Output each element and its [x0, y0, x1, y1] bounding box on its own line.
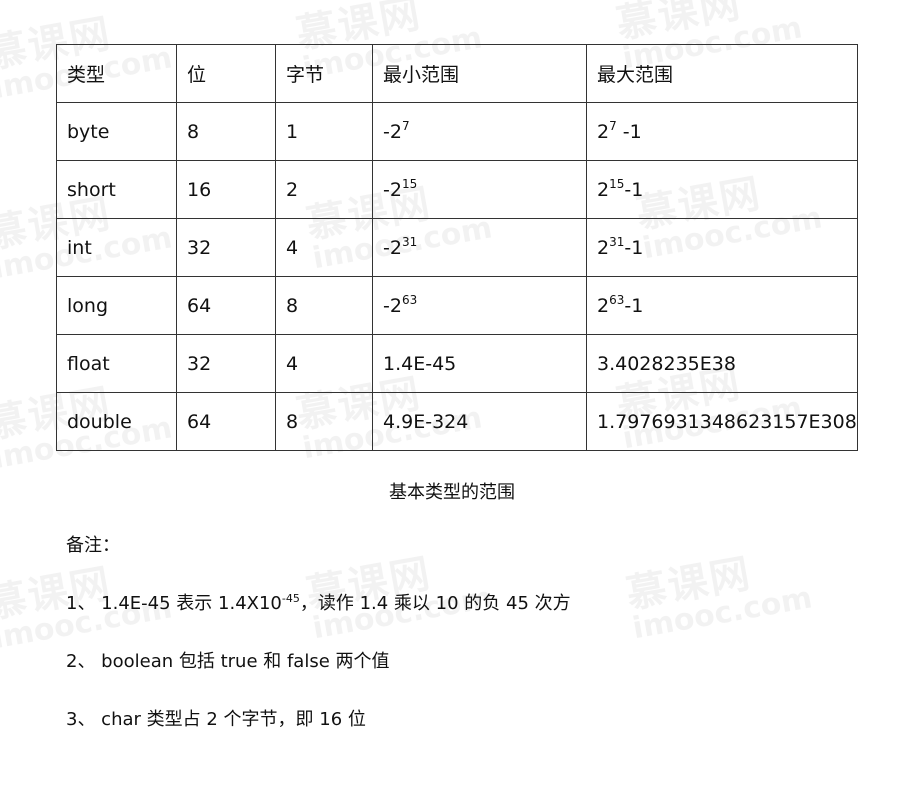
min-base: -2 [383, 178, 402, 201]
max-suffix: -1 [622, 120, 642, 143]
cell-min: -215 [372, 160, 587, 219]
min-base: -2 [383, 120, 402, 143]
cell-type: int [56, 218, 177, 277]
type-range-table: 类型 位 字节 最小范围 最大范围 byte 8 1 -27 27 -1 sho… [56, 44, 858, 451]
table-header-row: 类型 位 字节 最小范围 最大范围 [56, 44, 858, 103]
header-max-range: 最大范围 [586, 44, 858, 103]
cell-bits: 8 [176, 102, 276, 161]
table-caption: 基本类型的范围 [389, 482, 515, 503]
cell-bits: 64 [176, 276, 276, 335]
max-base: 2 [597, 236, 610, 259]
cell-bytes: 4 [275, 334, 373, 393]
max-suffix: -1 [624, 236, 644, 259]
cell-bits: 32 [176, 334, 276, 393]
header-bits: 位 [176, 44, 276, 103]
note-1-prefix: 1、 1.4E-45 表示 1.4X10 [66, 593, 282, 614]
table-row: byte 8 1 -27 27 -1 [56, 102, 858, 161]
cell-min: -231 [372, 218, 587, 277]
note-1: 1、 1.4E-45 表示 1.4X10-45，读作 1.4 乘以 10 的负 … [66, 593, 571, 615]
max-exponent: 7 [609, 118, 617, 133]
cell-bytes: 2 [275, 160, 373, 219]
cell-min: -263 [372, 276, 587, 335]
cell-bytes: 4 [275, 218, 373, 277]
cell-max: 231-1 [586, 218, 858, 277]
min-base: -2 [383, 294, 402, 317]
min-exponent: 7 [401, 118, 410, 133]
min-base: -2 [383, 236, 402, 259]
max-base: 2 [597, 178, 610, 201]
cell-bits: 16 [176, 160, 276, 219]
cell-bits: 32 [176, 218, 276, 277]
notes-label: 备注： [66, 535, 120, 556]
max-exponent: 63 [609, 292, 625, 307]
min-exponent: 31 [401, 234, 418, 249]
max-base: 2 [597, 294, 610, 317]
max-exponent: 31 [609, 234, 625, 249]
cell-type: double [56, 392, 177, 451]
cell-max: 27 -1 [586, 102, 858, 161]
cell-type: short [56, 160, 177, 219]
cell-max: 1.7976931348623157E308 [586, 392, 858, 451]
table-row: long 64 8 -263 263-1 [56, 276, 858, 335]
note-1-suffix: ，读作 1.4 乘以 10 的负 45 次方 [299, 593, 571, 614]
note-2: 2、 boolean 包括 true 和 false 两个值 [66, 651, 390, 672]
cell-bytes: 8 [275, 392, 373, 451]
max-base: 2 [597, 120, 610, 143]
min-exponent: 63 [401, 292, 418, 307]
header-bytes: 字节 [275, 44, 373, 103]
cell-bits: 64 [176, 392, 276, 451]
max-exponent: 15 [609, 176, 625, 191]
cell-max: 215-1 [586, 160, 858, 219]
notes-section: 备注： 1、 1.4E-45 表示 1.4X10-45，读作 1.4 乘以 10… [66, 535, 571, 731]
min-exponent: 15 [401, 176, 418, 191]
cell-min: 1.4E-45 [372, 334, 587, 393]
table-row: short 16 2 -215 215-1 [56, 160, 858, 219]
table-row: int 32 4 -231 231-1 [56, 218, 858, 277]
cell-min: -27 [372, 102, 587, 161]
cell-type: long [56, 276, 177, 335]
note-1-exponent: -45 [281, 592, 300, 605]
cell-type: float [56, 334, 177, 393]
max-suffix: -1 [624, 178, 644, 201]
cell-bytes: 8 [275, 276, 373, 335]
header-type: 类型 [56, 44, 177, 103]
cell-type: byte [56, 102, 177, 161]
header-min-range: 最小范围 [372, 44, 587, 103]
cell-bytes: 1 [275, 102, 373, 161]
table-row: double 64 8 4.9E-324 1.7976931348623157E… [56, 392, 858, 451]
cell-max: 3.4028235E38 [586, 334, 858, 393]
watermark-tile: 慕课网 imooc.com [622, 550, 815, 647]
note-3: 3、 char 类型占 2 个字节，即 16 位 [66, 709, 366, 730]
table-row: float 32 4 1.4E-45 3.4028235E38 [56, 334, 858, 393]
max-suffix: -1 [624, 294, 644, 317]
cell-max: 263-1 [586, 276, 858, 335]
cell-min: 4.9E-324 [372, 392, 587, 451]
